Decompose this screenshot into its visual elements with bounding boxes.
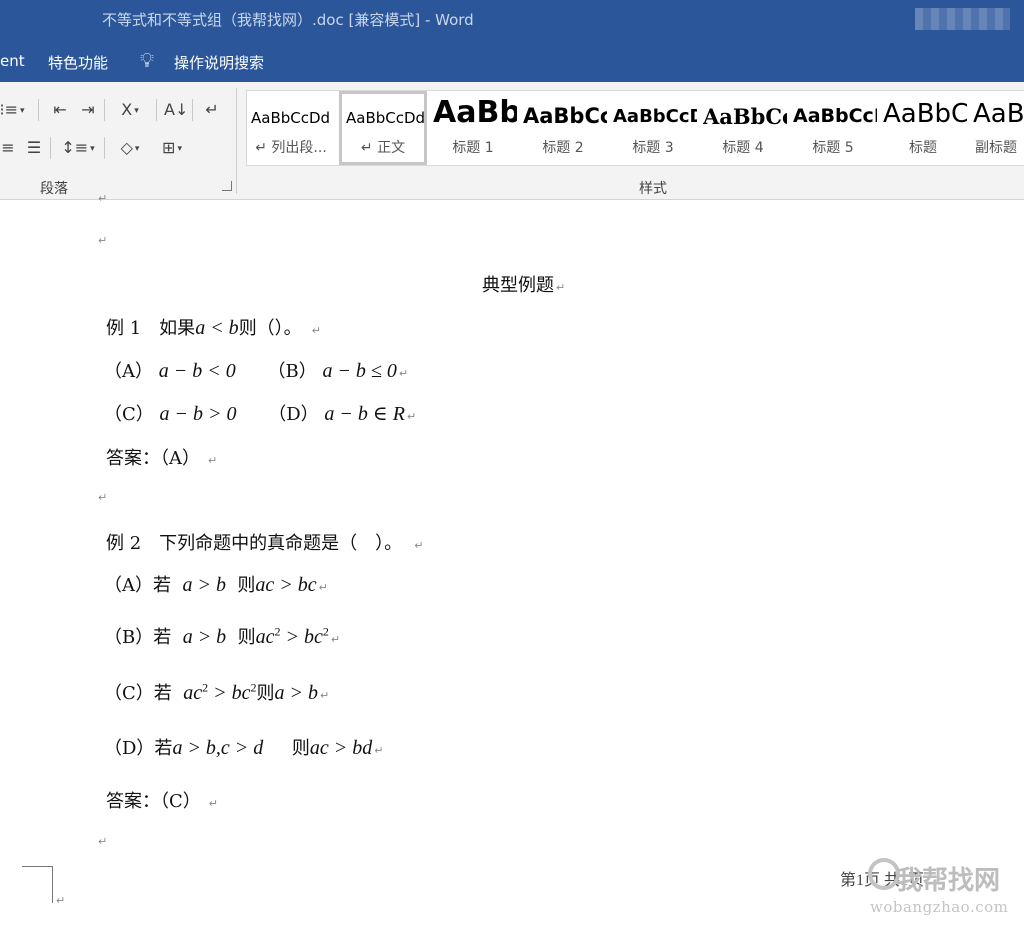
style-heading-3[interactable]: AaBbCcD 标题 3: [609, 91, 697, 165]
example-2-option-a: （A）若 a > b 则ac > bc ↵: [104, 574, 328, 596]
watermark-text: 我帮找网: [896, 866, 1001, 896]
account-avatar[interactable]: [915, 8, 1010, 30]
paragraph-mark: ↵: [98, 192, 108, 205]
title-bar: 不等式和不等式组（我帮找网）.doc [兼容模式] - Word: [0, 0, 1024, 38]
chinese-layout-icon[interactable]: X ▾: [114, 100, 146, 120]
shading-icon[interactable]: ◇ ▾: [112, 138, 148, 158]
distributed-icon[interactable]: ☰: [22, 138, 46, 158]
example-2-question: 例 2 下列命题中的真命题是（ ）。 ↵: [106, 533, 424, 554]
decrease-indent-icon[interactable]: ⇤: [48, 100, 72, 120]
paragraph-mark: ↵: [56, 894, 66, 907]
increase-indent-icon[interactable]: ⇥: [76, 100, 100, 120]
styles-group-label: 样式: [639, 181, 667, 197]
page-corner-mark: [22, 866, 53, 903]
paragraph-dialog-launcher-icon[interactable]: [222, 181, 232, 191]
style-list-paragraph[interactable]: AaBbCcDd ↵ 列出段...: [247, 91, 335, 165]
window-title: 不等式和不等式组（我帮找网）.doc [兼容模式] - Word: [102, 11, 474, 29]
style-subtitle[interactable]: AaBb 副标题: [969, 91, 1024, 165]
style-title[interactable]: AaBbC 标题: [879, 91, 967, 165]
example-2-option-b: （B）若 a > b 则ac2 > bc2↵: [104, 624, 341, 648]
example-2-option-c: （C）若 ac2 > bc2则a > b ↵: [104, 680, 330, 704]
sort-icon[interactable]: A↓: [164, 100, 188, 120]
style-normal[interactable]: AaBbCcDd ↵ 正文: [339, 91, 427, 165]
justify-icon[interactable]: ≡: [0, 138, 20, 158]
example-1-options-cd: （C） a − b > 0 （D） a − b ∈ R ↵: [104, 403, 417, 425]
watermark: 我帮找网 wobangzhao.com: [866, 854, 1024, 920]
example-1-answer: 答案：（A） ↵: [106, 448, 218, 469]
line-spacing-icon[interactable]: ↕≡ ▾: [60, 138, 96, 158]
watermark-url: wobangzhao.com: [870, 898, 1009, 916]
tell-me-search[interactable]: 操作说明搜索: [174, 52, 264, 73]
borders-icon[interactable]: ⊞ ▾: [154, 138, 190, 158]
example-2-option-d: （D）若a > b,c > d 则ac > bd ↵: [104, 737, 384, 759]
styles-gallery: AaBbCcDd ↵ 列出段... AaBbCcDd ↵ 正文 AaBb 标题 …: [246, 90, 1024, 166]
multilevel-list-icon[interactable]: ⁝≡ ▾: [0, 100, 28, 120]
style-heading-5[interactable]: AaBbCcI 标题 5: [789, 91, 877, 165]
style-heading-2[interactable]: AaBbCc 标题 2: [519, 91, 607, 165]
paragraph-mark: ↵: [98, 835, 108, 848]
tab-document[interactable]: ent: [0, 52, 25, 70]
tab-special-features[interactable]: 特色功能: [48, 52, 108, 73]
paragraph-group-label: 段落: [40, 181, 68, 197]
example-2-answer: 答案：（C） ↵: [106, 791, 218, 812]
style-heading-1[interactable]: AaBb 标题 1: [429, 91, 517, 165]
example-1-options-ab: （A） a − b < 0 （B） a − b ≤ 0 ↵: [104, 360, 409, 382]
lightbulb-icon: 💡︎: [140, 48, 154, 72]
example-1-question: 例 1 如果a < b则（）。 ↵: [106, 317, 321, 339]
paragraph-mark: ↵: [98, 491, 108, 504]
doc-heading: 典型例题 ↵: [482, 275, 566, 296]
ribbon: ⁝≡ ▾ ⇤ ⇥ X ▾ A↓ ↵ ≡ ☰ ↕≡ ▾ ◇ ▾ ⊞ ▾ 段落 AaBbCcD…: [0, 82, 1024, 200]
document-page[interactable]: ↵ ↵ 典型例题 ↵ 例 1 如果a < b则（）。 ↵ （A） a − b < 0…: [0, 192, 1024, 926]
show-formatting-icon[interactable]: ↵: [200, 100, 224, 120]
style-heading-4[interactable]: AaBbCc 标题 4: [699, 91, 787, 165]
ribbon-tabs: ent 特色功能 💡︎ 操作说明搜索: [0, 38, 1024, 82]
paragraph-mark: ↵: [98, 234, 108, 247]
